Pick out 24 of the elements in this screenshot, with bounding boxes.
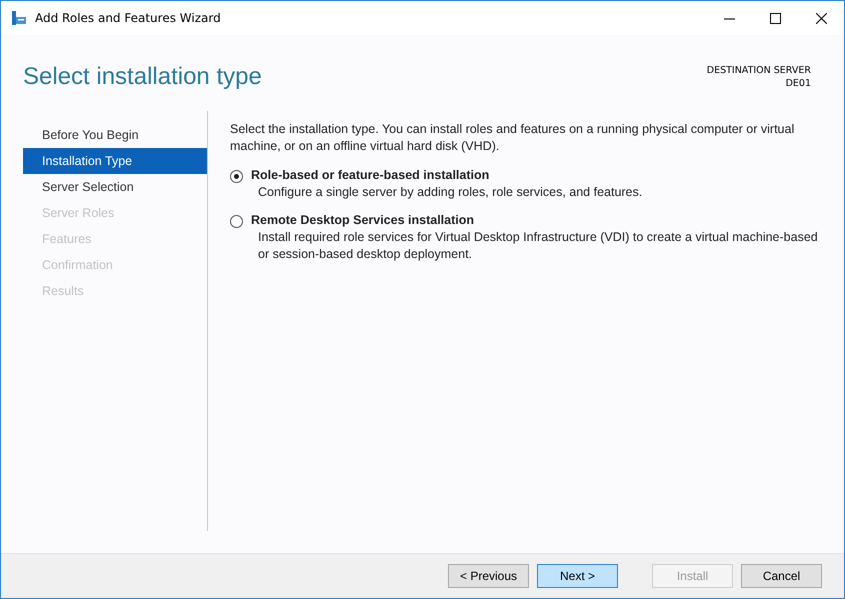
wizard-step: Features — [23, 226, 207, 252]
wizard-step: Server Roles — [23, 200, 207, 226]
wizard-step[interactable]: Server Selection — [23, 174, 207, 200]
wizard-button[interactable]: < Previous — [448, 564, 529, 588]
option-description: Configure a single server by adding roles, role services, and features. — [258, 184, 642, 201]
wizard-button[interactable]: Next > — [537, 564, 618, 588]
wizard-step[interactable]: Installation Type — [23, 148, 207, 174]
radio-button[interactable] — [230, 170, 243, 183]
wizard-step: Results — [23, 278, 207, 304]
window-title: Add Roles and Features Wizard — [35, 11, 222, 25]
maximize-icon — [770, 12, 780, 24]
page-heading: Select installation type — [23, 63, 262, 92]
option-label[interactable]: Remote Desktop Services installation — [251, 212, 820, 229]
intro-text: Select the installation type. You can install roles and features on a running physical computer or virtual machine, or on an offline virtual hard disk (VHD). — [230, 121, 796, 155]
destination-server-label: DESTINATION SERVER — [706, 64, 811, 77]
wizard-step[interactable]: Before You Begin — [23, 122, 207, 148]
option-description: Install required role services for Virtual Desktop Infrastructure (VDI) to create a virtual machine-based or session-based desktop deployment. — [258, 229, 819, 263]
wizard-button[interactable]: Cancel — [741, 564, 822, 588]
radio-button[interactable] — [230, 215, 243, 228]
destination-server-name: DE01 — [786, 77, 811, 90]
close-icon — [816, 12, 826, 24]
wizard-step: Confirmation — [23, 252, 207, 278]
option-label[interactable]: Role-based or feature-based installation — [251, 167, 642, 184]
server-manager-icon — [11, 10, 27, 26]
